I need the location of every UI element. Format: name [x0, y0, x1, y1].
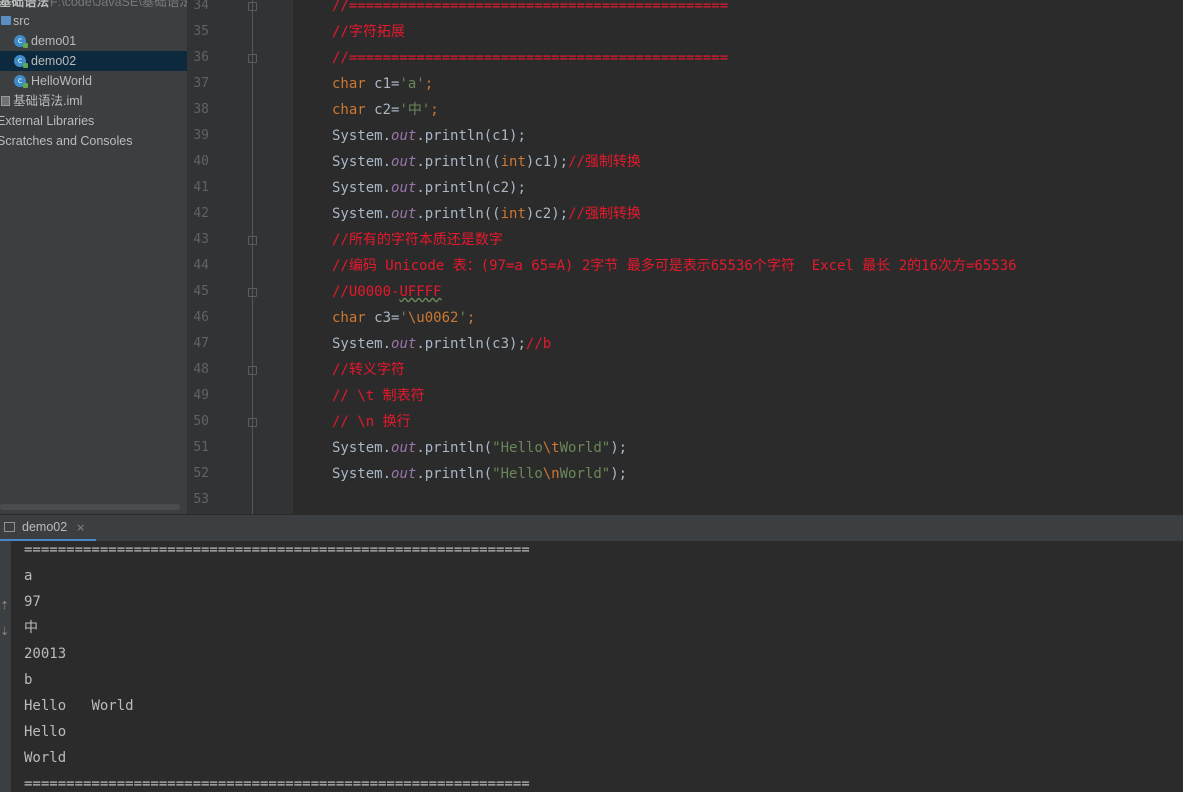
- console-line: b: [24, 672, 33, 688]
- tree-item-src[interactable]: src: [0, 11, 187, 31]
- tree-item-label: demo02: [31, 54, 77, 68]
- line-number: 45: [193, 284, 209, 299]
- line-number: 38: [193, 102, 209, 117]
- code-editor[interactable]: //======================================…: [293, 0, 1183, 514]
- code-line: System.out.println(c2);: [332, 180, 526, 196]
- code-line: // \t 制表符: [332, 388, 425, 404]
- code-line: System.out.println((int)c1);//强制转换: [332, 154, 641, 170]
- console-line: Hello: [24, 724, 67, 740]
- code-line: //所有的字符本质还是数字: [332, 232, 503, 248]
- tree-item-iml-file[interactable]: 基础语法.iml: [0, 91, 187, 111]
- code-line: System.out.println("Hello\nWorld");: [332, 466, 628, 482]
- console-line: ========================================…: [24, 542, 530, 558]
- tree-item-label: demo01: [31, 34, 77, 48]
- line-number: 44: [193, 258, 209, 273]
- fold-marker-icon[interactable]: [248, 54, 257, 63]
- project-tool-window: 基础语法 F:\code\JavaSE\基础语法 src c demo01 c …: [0, 0, 187, 514]
- line-number: 51: [193, 440, 209, 455]
- console-line: 20013: [24, 646, 67, 662]
- run-tab-label: demo02: [22, 520, 68, 534]
- tree-item-label: 基础语法.iml: [13, 94, 83, 108]
- code-line: System.out.println(c1);: [332, 128, 526, 144]
- line-number: 35: [193, 24, 209, 39]
- tree-item-demo01[interactable]: c demo01: [0, 31, 187, 51]
- console-line: World: [24, 750, 67, 766]
- line-number: 40: [193, 154, 209, 169]
- code-line: char c3='\u0062';: [332, 310, 476, 326]
- code-line: // \n 换行: [332, 414, 411, 430]
- line-number: 46: [193, 310, 209, 325]
- line-number: 47: [193, 336, 209, 351]
- sidebar-horizontal-scrollbar[interactable]: [0, 504, 180, 510]
- console-line: 97: [24, 594, 41, 610]
- code-line: //转义字符: [332, 362, 405, 378]
- console-line: ========================================…: [24, 776, 530, 792]
- console-line: a: [24, 568, 33, 584]
- line-number: 43: [193, 232, 209, 247]
- spelling-warning[interactable]: UFFFF: [399, 284, 441, 300]
- code-line: System.out.println("Hello\tWorld");: [332, 440, 628, 456]
- java-class-icon: c: [14, 35, 28, 48]
- code-line: System.out.println(c3);//b: [332, 336, 552, 352]
- code-line: //字符拓展: [332, 24, 405, 40]
- tree-item-label: External Libraries: [0, 114, 95, 128]
- run-tool-window-header: demo02 ×: [0, 514, 1183, 542]
- console-output[interactable]: ========================================…: [11, 541, 1183, 792]
- tree-item-label: src: [13, 14, 30, 28]
- run-toolbar-strip: ⇡ ⇣: [0, 541, 11, 792]
- line-number: 52: [193, 466, 209, 481]
- code-line: char c2='中';: [332, 102, 439, 118]
- line-number: 39: [193, 128, 209, 143]
- fold-marker-icon[interactable]: [248, 366, 257, 375]
- module-file-icon: [1, 96, 10, 106]
- code-line: char c1='a';: [332, 76, 434, 92]
- code-line: //编码 Unicode 表：(97=a 65=A) 2字节 最多可是表示655…: [332, 258, 1017, 274]
- line-number: 49: [193, 388, 209, 403]
- code-line: //======================================…: [332, 0, 729, 14]
- gutter-divider: [252, 0, 253, 514]
- line-number: 37: [193, 76, 209, 91]
- tree-item-label: Scratches and Consoles: [0, 134, 133, 148]
- folder-icon: [1, 16, 11, 25]
- line-number: 34: [193, 0, 209, 13]
- tree-item-external-libraries[interactable]: External Libraries: [0, 111, 187, 131]
- line-number: 48: [193, 362, 209, 377]
- close-icon[interactable]: ×: [76, 515, 85, 540]
- fold-marker-icon[interactable]: [248, 2, 257, 11]
- editor-gutter: 34 35 36 37 38 39 40 41 42 43 44 45 46 4…: [187, 0, 293, 514]
- console-line: Hello World: [24, 698, 134, 714]
- fold-marker-icon[interactable]: [248, 418, 257, 427]
- console-line: 中: [24, 620, 38, 636]
- code-line: //U0000-UFFFF: [332, 284, 442, 300]
- java-class-icon: c: [14, 75, 28, 88]
- fold-marker-icon[interactable]: [248, 288, 257, 297]
- code-line: System.out.println((int)c2);//强制转换: [332, 206, 641, 222]
- line-number: 53: [193, 492, 209, 507]
- scroll-up-icon[interactable]: ⇡: [0, 599, 9, 612]
- run-tab-demo02[interactable]: demo02 ×: [0, 515, 96, 542]
- tree-item-helloworld[interactable]: c HelloWorld: [0, 71, 187, 91]
- code-line: //======================================…: [332, 50, 729, 66]
- line-number: 42: [193, 206, 209, 221]
- tree-item-scratches[interactable]: Scratches and Consoles: [0, 131, 187, 151]
- line-number: 41: [193, 180, 209, 195]
- line-number: 50: [193, 414, 209, 429]
- tree-item-label: HelloWorld: [31, 74, 92, 88]
- tree-item-demo02[interactable]: c demo02: [0, 51, 187, 71]
- console-icon: [4, 522, 15, 532]
- java-class-icon: c: [14, 55, 28, 68]
- line-number: 36: [193, 50, 209, 65]
- fold-marker-icon[interactable]: [248, 236, 257, 245]
- soft-wrap-icon[interactable]: ⇣: [0, 625, 9, 638]
